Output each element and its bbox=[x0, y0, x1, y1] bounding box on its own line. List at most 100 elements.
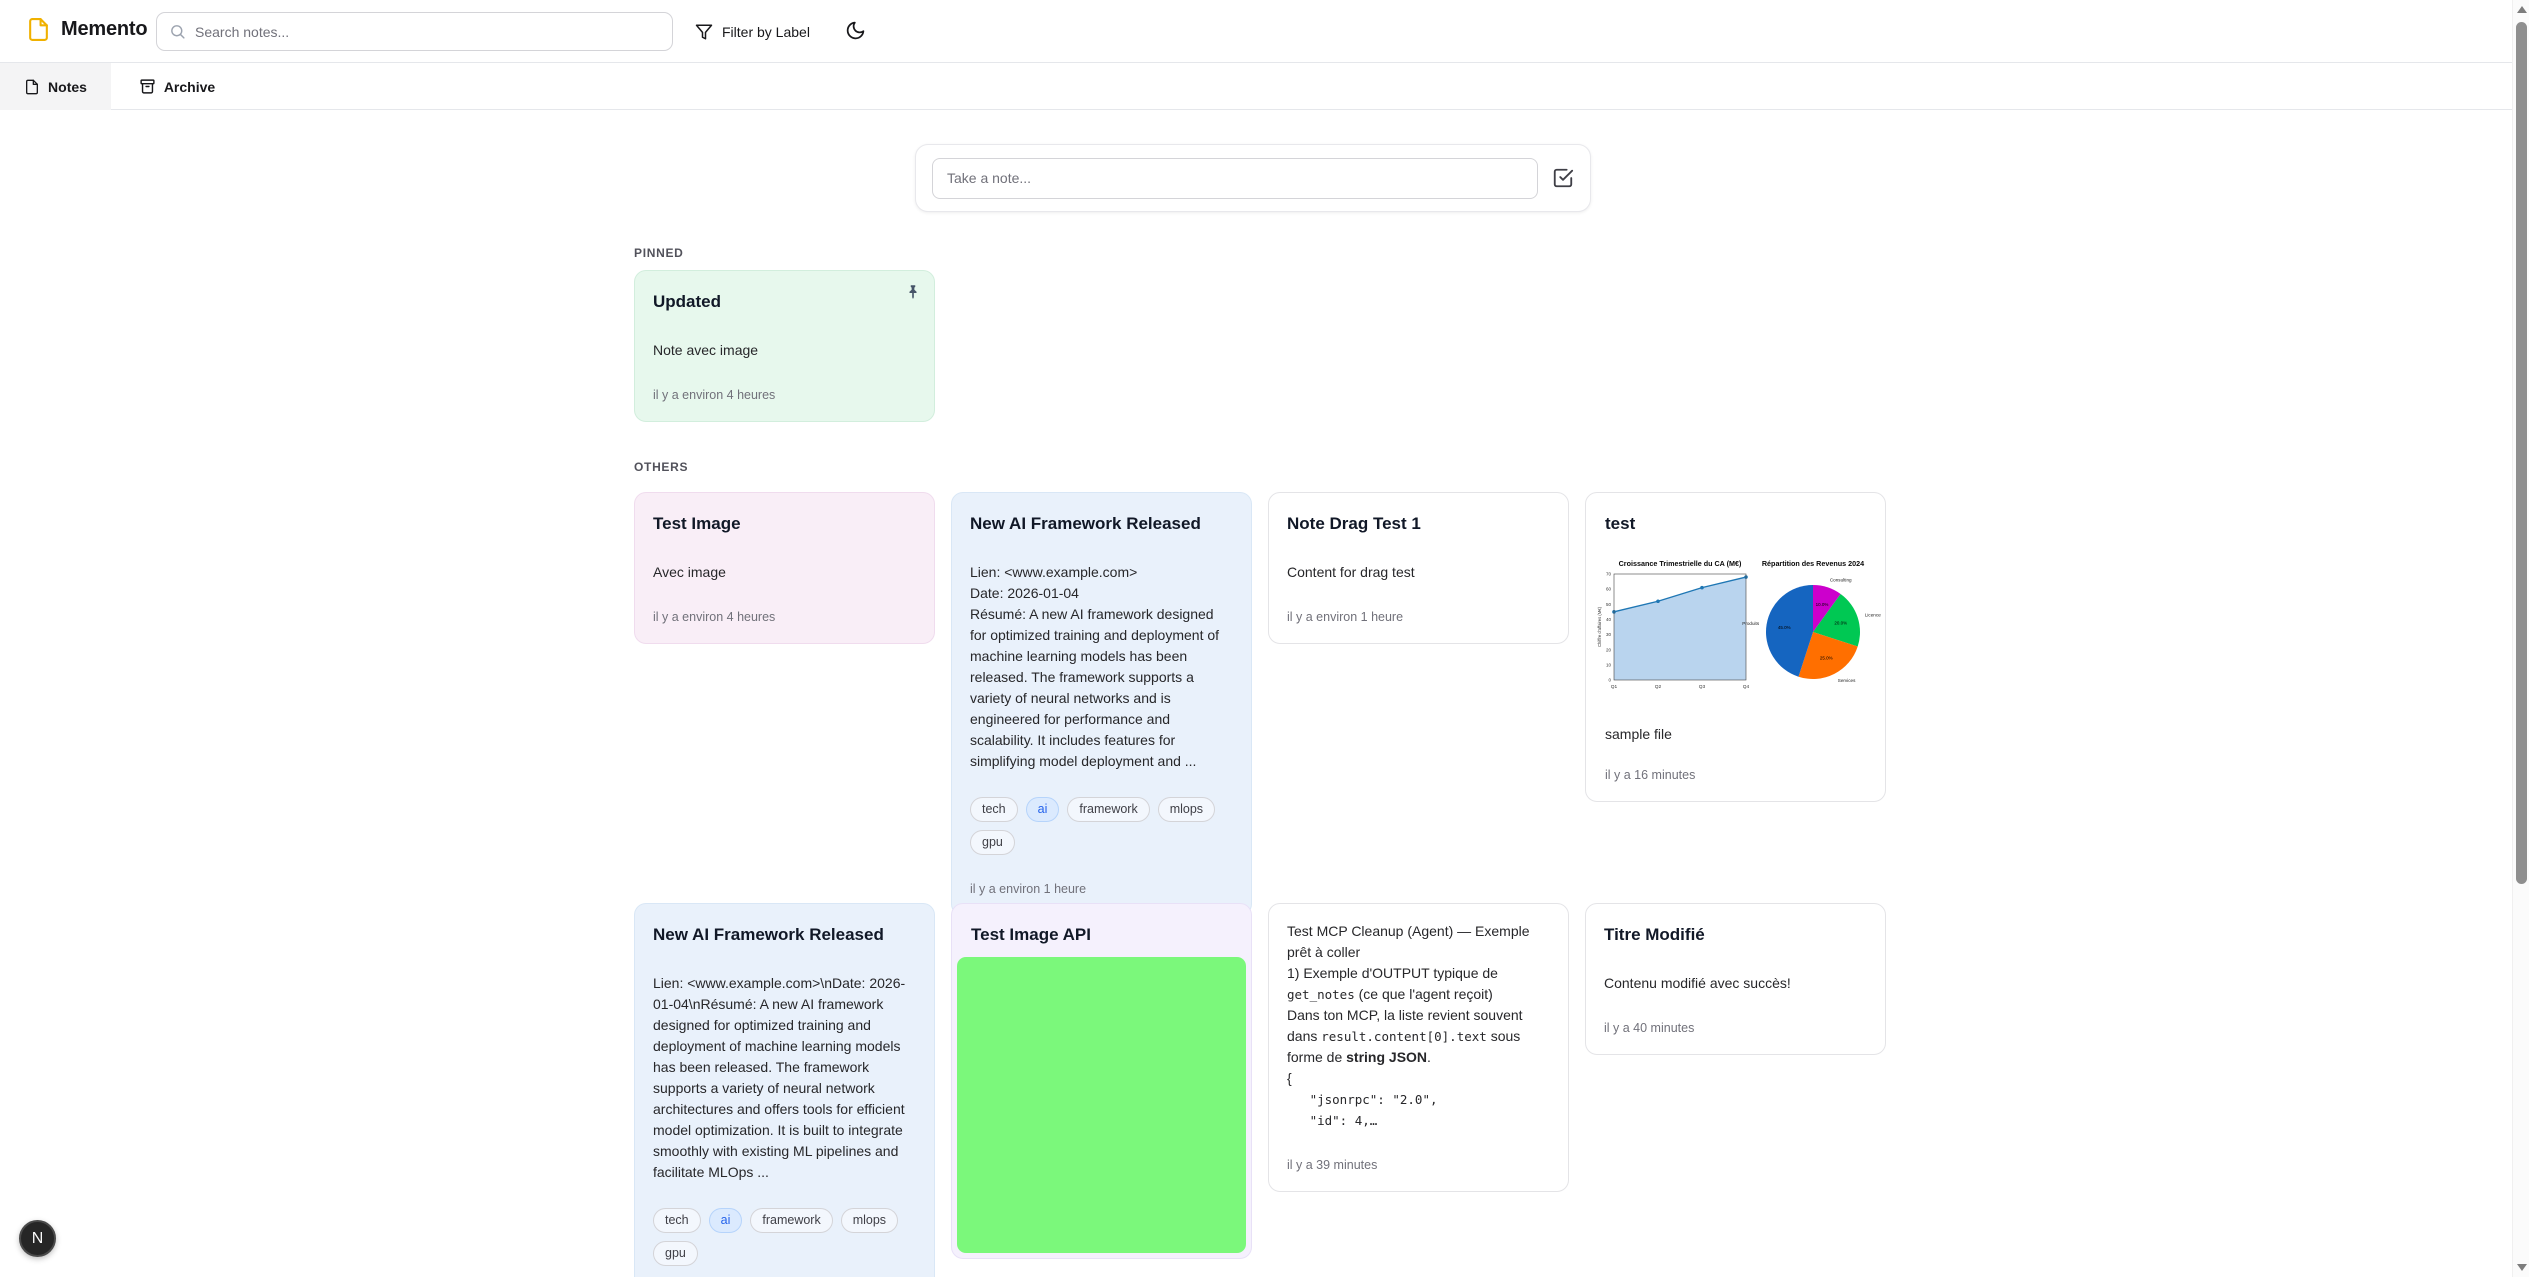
svg-text:Services: Services bbox=[1838, 678, 1856, 683]
note-card[interactable]: Updated Note avec image il y a environ 4 h… bbox=[634, 270, 935, 422]
note-content: Content for drag test bbox=[1287, 562, 1550, 583]
tag-pill[interactable]: mlops bbox=[1158, 797, 1215, 822]
svg-text:Chiffre d'affaires (M€): Chiffre d'affaires (M€) bbox=[1597, 606, 1602, 647]
app-logo: Memento bbox=[26, 17, 147, 42]
note-title-wrap: test bbox=[1591, 498, 1880, 546]
svg-text:45.0%: 45.0% bbox=[1778, 625, 1791, 630]
app-title: Memento bbox=[61, 18, 147, 41]
note-card[interactable]: New AI Framework Released Lien: <www.exam… bbox=[634, 903, 935, 1277]
note-content: Note avec image bbox=[653, 340, 916, 361]
checkbox-icon[interactable] bbox=[1552, 167, 1574, 189]
svg-text:Produits: Produits bbox=[1742, 621, 1760, 626]
note-tags: techai framework mlops gpu bbox=[970, 797, 1233, 855]
note-timestamp: il y a 39 minutes bbox=[1287, 1157, 1550, 1174]
file-icon bbox=[26, 17, 51, 42]
theme-toggle-button[interactable] bbox=[845, 20, 867, 42]
pinned-section-label: PINNED bbox=[634, 246, 684, 260]
note-card[interactable]: test010203040506070Q1Q2Q3Q4Croissance Tr… bbox=[1585, 492, 1886, 802]
tab-archive[interactable]: Archive bbox=[111, 63, 243, 110]
svg-text:Q2: Q2 bbox=[1655, 684, 1662, 690]
svg-text:30: 30 bbox=[1606, 632, 1612, 637]
note-title-wrap: Test Image API bbox=[957, 909, 1246, 957]
tab-notes-label: Notes bbox=[48, 79, 87, 95]
tab-notes[interactable]: Notes bbox=[0, 63, 111, 110]
others-notes-row-2: New AI Framework Released Lien: <www.exam… bbox=[634, 903, 1887, 1277]
app-header: Memento Filter by Label bbox=[0, 0, 2529, 63]
pinned-notes-row: Updated Note avec image il y a environ 4 h… bbox=[634, 270, 935, 422]
svg-text:60: 60 bbox=[1606, 587, 1612, 592]
svg-text:20.0%: 20.0% bbox=[1834, 620, 1847, 625]
note-content: Contenu modifié avec succès! bbox=[1604, 973, 1867, 994]
svg-text:20: 20 bbox=[1606, 647, 1612, 652]
svg-text:Croissance Trimestrielle du CA: Croissance Trimestrielle du CA (M€) bbox=[1619, 559, 1742, 568]
tab-archive-label: Archive bbox=[164, 79, 215, 95]
svg-text:40: 40 bbox=[1606, 617, 1612, 622]
note-card[interactable]: Test MCP Cleanup (Agent) — Exemple prêt … bbox=[1268, 903, 1569, 1192]
search-icon bbox=[169, 23, 186, 40]
note-title: Updated bbox=[653, 288, 916, 316]
note-timestamp: il y a environ 4 heures bbox=[653, 387, 916, 404]
search-input[interactable] bbox=[195, 24, 660, 40]
tag-pill[interactable]: ai bbox=[1026, 797, 1060, 822]
note-title: Titre Modifié bbox=[1604, 921, 1867, 949]
tag-pill[interactable]: gpu bbox=[970, 830, 1015, 855]
note-card[interactable]: Test Image API bbox=[951, 903, 1252, 1259]
note-image-green bbox=[957, 957, 1246, 1253]
pin-icon[interactable] bbox=[904, 283, 922, 301]
svg-text:Q3: Q3 bbox=[1699, 684, 1706, 690]
archive-icon bbox=[139, 78, 156, 95]
note-title: Test Image bbox=[653, 510, 916, 538]
note-card[interactable]: Test Image Avec image il y a environ 4 heu… bbox=[634, 492, 935, 644]
note-timestamp: il y a 40 minutes bbox=[1604, 1020, 1867, 1037]
svg-text:Q4: Q4 bbox=[1743, 684, 1750, 690]
tag-pill[interactable]: framework bbox=[750, 1208, 832, 1233]
filter-label: Filter by Label bbox=[722, 24, 810, 40]
svg-text:Répartition des Revenus 2024: Répartition des Revenus 2024 bbox=[1762, 559, 1864, 568]
svg-text:50: 50 bbox=[1606, 602, 1612, 607]
tag-pill[interactable]: framework bbox=[1067, 797, 1149, 822]
note-composer[interactable] bbox=[915, 144, 1591, 212]
tag-pill[interactable]: ai bbox=[709, 1208, 743, 1233]
note-content: Avec image bbox=[653, 562, 916, 583]
note-card[interactable]: Note Drag Test 1 Content for drag test il … bbox=[1268, 492, 1569, 644]
tag-pill[interactable]: tech bbox=[653, 1208, 701, 1233]
note-timestamp: il y a environ 1 heure bbox=[1287, 609, 1550, 626]
note-title: New AI Framework Released bbox=[970, 510, 1233, 538]
note-title: test bbox=[1605, 510, 1866, 538]
search-box[interactable] bbox=[156, 12, 673, 51]
filter-by-label-button[interactable]: Filter by Label bbox=[695, 0, 810, 63]
svg-text:10.0%: 10.0% bbox=[1816, 602, 1829, 607]
note-title: Note Drag Test 1 bbox=[1287, 510, 1550, 538]
note-charts-image: 010203040506070Q1Q2Q3Q4Croissance Trimes… bbox=[1594, 552, 1877, 704]
tag-pill[interactable]: gpu bbox=[653, 1241, 698, 1266]
scrollbar-thumb[interactable] bbox=[2516, 22, 2527, 884]
note-timestamp: il y a 16 minutes bbox=[1591, 767, 1880, 796]
note-content: Lien: <www.example.com>\nDate: 2026-01-0… bbox=[653, 973, 916, 1183]
svg-text:25.0%: 25.0% bbox=[1820, 655, 1833, 660]
svg-text:10: 10 bbox=[1606, 662, 1612, 667]
note-card[interactable]: New AI Framework ReleasedLien: <www.exam… bbox=[951, 492, 1252, 916]
note-timestamp: il y a environ 1 heure bbox=[970, 881, 1233, 898]
note-tags: techai framework mlops gpu bbox=[653, 1208, 916, 1266]
tag-pill[interactable]: mlops bbox=[841, 1208, 898, 1233]
vertical-scrollbar[interactable] bbox=[2512, 0, 2529, 1277]
note-card[interactable]: Titre Modifié Contenu modifié avec succès… bbox=[1585, 903, 1886, 1055]
scrollbar-down-arrow[interactable] bbox=[2517, 1264, 2527, 1271]
tab-bar: Notes Archive bbox=[0, 63, 2529, 110]
others-notes-row-1: Test Image Avec image il y a environ 4 heu… bbox=[634, 492, 1887, 916]
others-section-label: OTHERS bbox=[634, 460, 688, 474]
scrollbar-up-arrow[interactable] bbox=[2517, 6, 2527, 13]
take-a-note-input[interactable] bbox=[932, 158, 1538, 199]
file-icon bbox=[24, 79, 40, 95]
note-title: Test Image API bbox=[971, 921, 1232, 949]
note-timestamp: il y a environ 4 heures bbox=[653, 609, 916, 626]
moon-icon bbox=[845, 20, 867, 41]
svg-text:70: 70 bbox=[1606, 572, 1612, 577]
note-content: sample file bbox=[1591, 724, 1880, 745]
svg-text:Q1: Q1 bbox=[1611, 684, 1618, 690]
svg-text:Licences: Licences bbox=[1865, 613, 1881, 618]
note-title: New AI Framework Released bbox=[653, 921, 916, 949]
tag-pill[interactable]: tech bbox=[970, 797, 1018, 822]
filter-funnel-icon bbox=[695, 23, 713, 41]
nextjs-dev-badge[interactable]: N bbox=[19, 1220, 56, 1257]
